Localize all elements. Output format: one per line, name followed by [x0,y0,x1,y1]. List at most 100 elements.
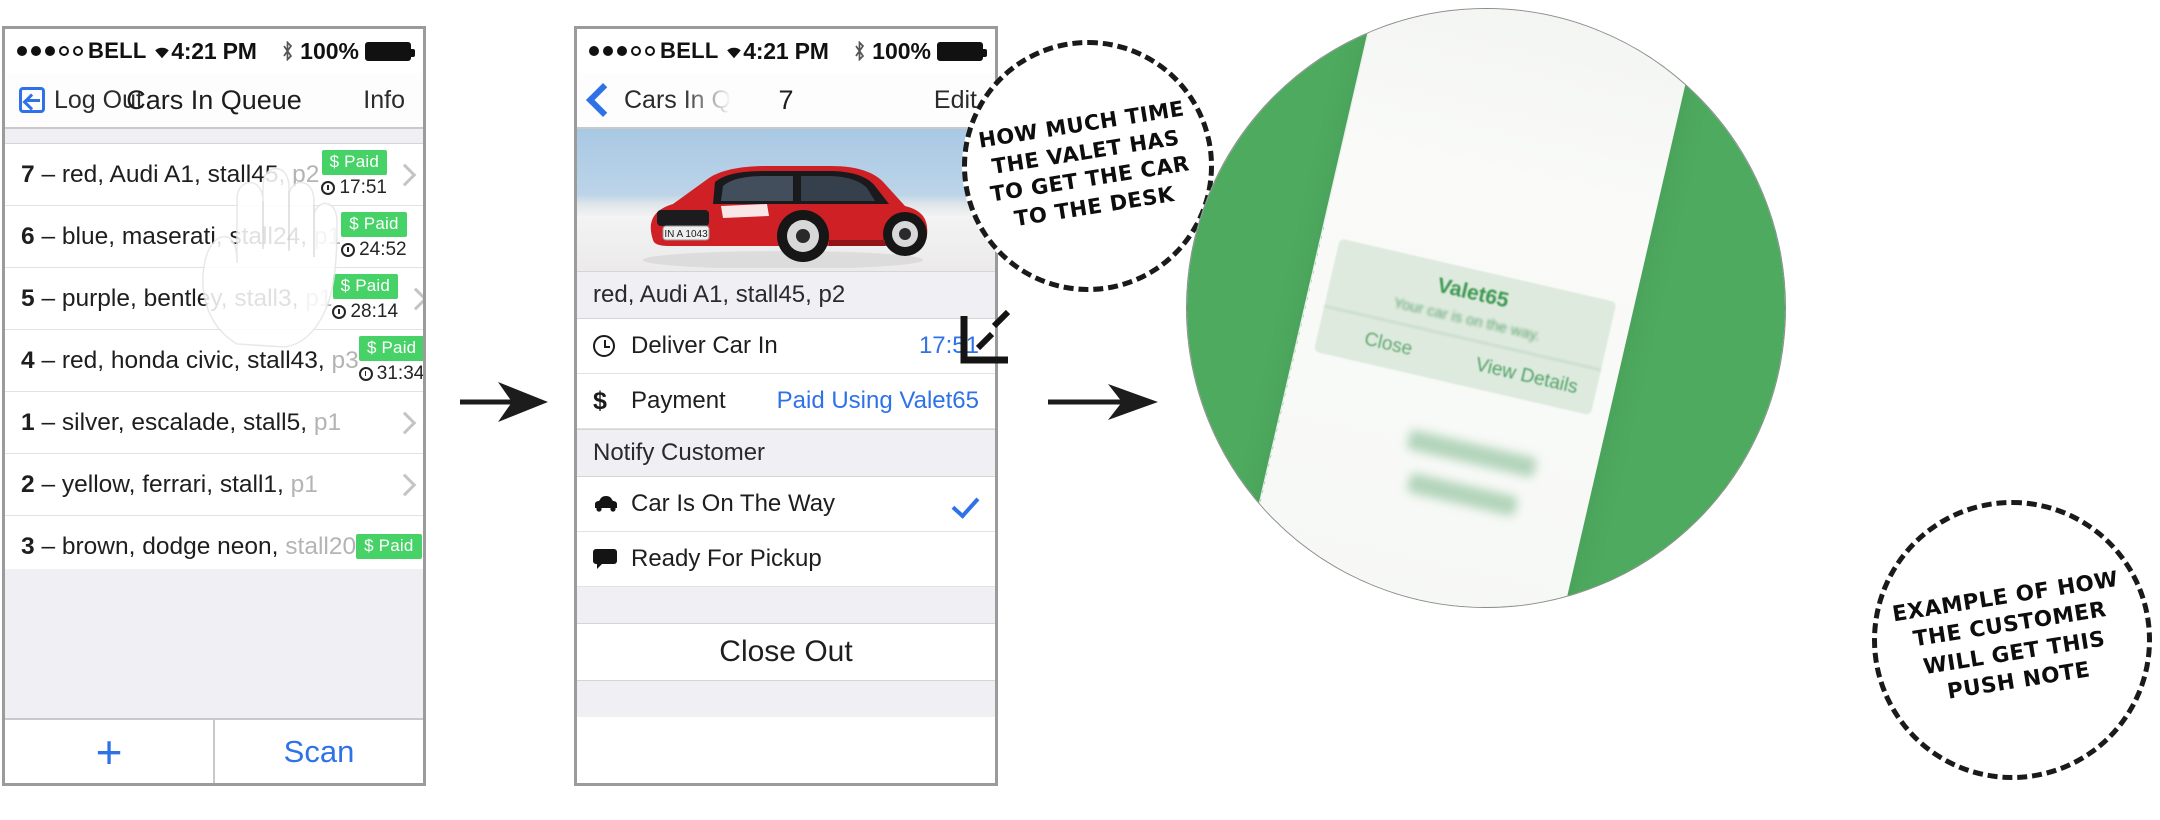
annotation-bubble-push-note: EXAMPLE OF HOW THE CUSTOMER WILL GET THIS P… [1872,500,2152,780]
notify-label: Ready For Pickup [631,545,822,572]
svg-text:IN A 1043: IN A 1043 [664,229,708,240]
detail-row[interactable]: Deliver Car In 17:51 [577,319,995,374]
badge-column: $ Paid 31:34 [358,336,423,385]
row-status: $ Paid 17:51 [321,150,417,199]
detail-row[interactable]: $ Payment Paid Using Valet65 [577,374,995,429]
badge-column: $ Paid 17:51 [321,150,387,199]
table-row[interactable]: 4 – red, honda civic, stall43, p3 $ Paid 3… [5,330,423,392]
row-timer: 28:14 [332,301,398,323]
row-label: 2 – yellow, ferrari, stall1, p1 [21,470,318,498]
close-out-button[interactable]: Close Out [577,624,995,681]
row-status: $ Paid 28:14 [332,274,423,323]
status-bar: BELL 4:21 PM 100% [5,29,423,73]
car-summary-header: red, Audi A1, stall45, p2 [577,271,995,319]
page-title: 7 [778,84,794,115]
battery-icon [937,41,987,61]
bubble-1-pointer [960,309,1011,364]
car-icon [593,496,623,512]
notify-row[interactable]: Ready For Pickup [577,532,995,587]
section-spacer [577,587,995,624]
red-audi-a1-photo: IN A 1043 [643,166,928,268]
nav-bar: Cars In Q 7 Edit [577,73,995,129]
status-badge: $ Paid [356,534,422,559]
row-label: 3 – brown, dodge neon, stall20 [21,532,357,560]
status-badge: $ Paid [332,274,399,299]
push-notification-photo: Valet65 Your car is on the way. Close Vi… [1186,8,1786,608]
row-label: 6 – blue, maserati, stall24, p1 [21,222,342,250]
status-bar: BELL 4:21 PM 100% [577,29,995,73]
checkmark-icon [951,489,980,519]
scan-button[interactable]: Scan [215,720,423,783]
info-button[interactable]: Info [363,86,405,115]
push-notification-card: Valet65 Your car is on the way. Close Vi… [1313,238,1617,416]
badge-column: $ Paid 24:52 [341,212,407,261]
detail-label: Payment [631,387,726,414]
blurred-text-line [1406,429,1538,478]
battery-icon [365,41,415,61]
slide-canvas: BELL 4:21 PM 100% Log Out Cars In Queue … [0,0,2160,820]
bottom-spacer [577,681,995,717]
badge-column: $ Paid [356,534,422,559]
notify-rows: Car Is On The Way Ready For Pickup [577,477,995,587]
row-status: $ Paid [356,534,423,559]
status-badge: $ Paid [341,212,407,237]
detail-label: Deliver Car In [631,332,778,359]
table-row[interactable]: 5 – purple, bentley, stall3, p1 $ Paid 28:… [5,268,423,330]
chevron-right-icon [393,163,417,186]
chevron-right-icon [393,473,417,496]
list-empty-area [5,569,423,720]
message-icon [593,549,623,569]
chevron-right-icon [404,287,423,310]
notify-label: Car Is On The Way [631,490,836,517]
battery-percent: 100% [872,37,931,64]
table-row[interactable]: 6 – blue, maserati, stall24, p1 $ Paid 24:… [5,206,423,268]
nav-bar: Log Out Cars In Queue Info [5,73,423,129]
row-label: 5 – purple, bentley, stall3, p1 [21,284,333,312]
row-status [387,473,417,496]
chevron-right-icon [393,411,417,434]
row-label: 4 – red, honda civic, stall43, p3 [21,346,359,374]
status-right: 100% [281,37,415,65]
row-label: 1 – silver, escalade, stall5, p1 [21,408,342,436]
status-right: 100% [853,37,987,65]
status-badge: $ Paid [358,336,423,361]
row-status: $ Paid 31:34 [358,336,423,385]
car-photo: IN A 1043 [577,129,995,271]
clock-icon [321,181,336,195]
chevron-right-icon [413,225,423,248]
list-top-spacer [5,129,423,144]
edit-button[interactable]: Edit [934,86,977,115]
row-status [387,411,417,434]
row-label: 7 – red, Audi A1, stall45, p2 [21,160,320,188]
notify-section-title: Notify Customer [577,429,995,477]
detail-value: Paid Using Valet65 [776,387,979,414]
cars-queue-list: 7 – red, Audi A1, stall45, p2 $ Paid 17:51… [5,144,423,578]
notify-row[interactable]: Car Is On The Way [577,477,995,532]
clock-icon [341,243,356,257]
annotation-bubble-timer: HOW MUCH TIME THE VALET HAS TO GET THE CAR… [962,40,1214,292]
bluetooth-icon [855,41,865,61]
table-row[interactable]: 1 – silver, escalade, stall5, p1 [5,392,423,454]
photo-content: Valet65 Your car is on the way. Close Vi… [1187,9,1785,607]
dollar-icon: $ [593,386,607,415]
add-car-button[interactable]: + [5,720,215,783]
blurred-text-line [1406,472,1519,517]
car-detail-rows: Deliver Car In 17:51 $ Payment Paid Using Va… [577,319,995,429]
status-badge: $ Paid [321,150,387,175]
flow-arrow-1 [460,382,548,422]
annotation-bubble-timer-text: HOW MUCH TIME THE VALET HAS TO GET THE CAR… [977,95,1200,237]
table-row[interactable]: 7 – red, Audi A1, stall45, p2 $ Paid 17:51 [5,144,423,206]
row-timer: 17:51 [321,177,387,199]
clock-icon [332,305,347,319]
phone-screen-cars-in-queue: BELL 4:21 PM 100% Log Out Cars In Queue … [2,26,426,786]
row-timer: 31:34 [358,363,423,385]
phone-screen-car-detail: BELL 4:21 PM 100% Cars In Q 7 Edit IN A … [574,26,998,786]
page-title: Cars In Queue [126,84,302,115]
row-status: $ Paid 24:52 [341,212,423,261]
badge-column: $ Paid 28:14 [332,274,399,323]
bluetooth-icon [283,41,293,61]
clock-icon [593,335,623,357]
table-row[interactable]: 2 – yellow, ferrari, stall1, p1 [5,454,423,516]
battery-percent: 100% [300,37,359,64]
row-timer: 24:52 [341,239,407,261]
